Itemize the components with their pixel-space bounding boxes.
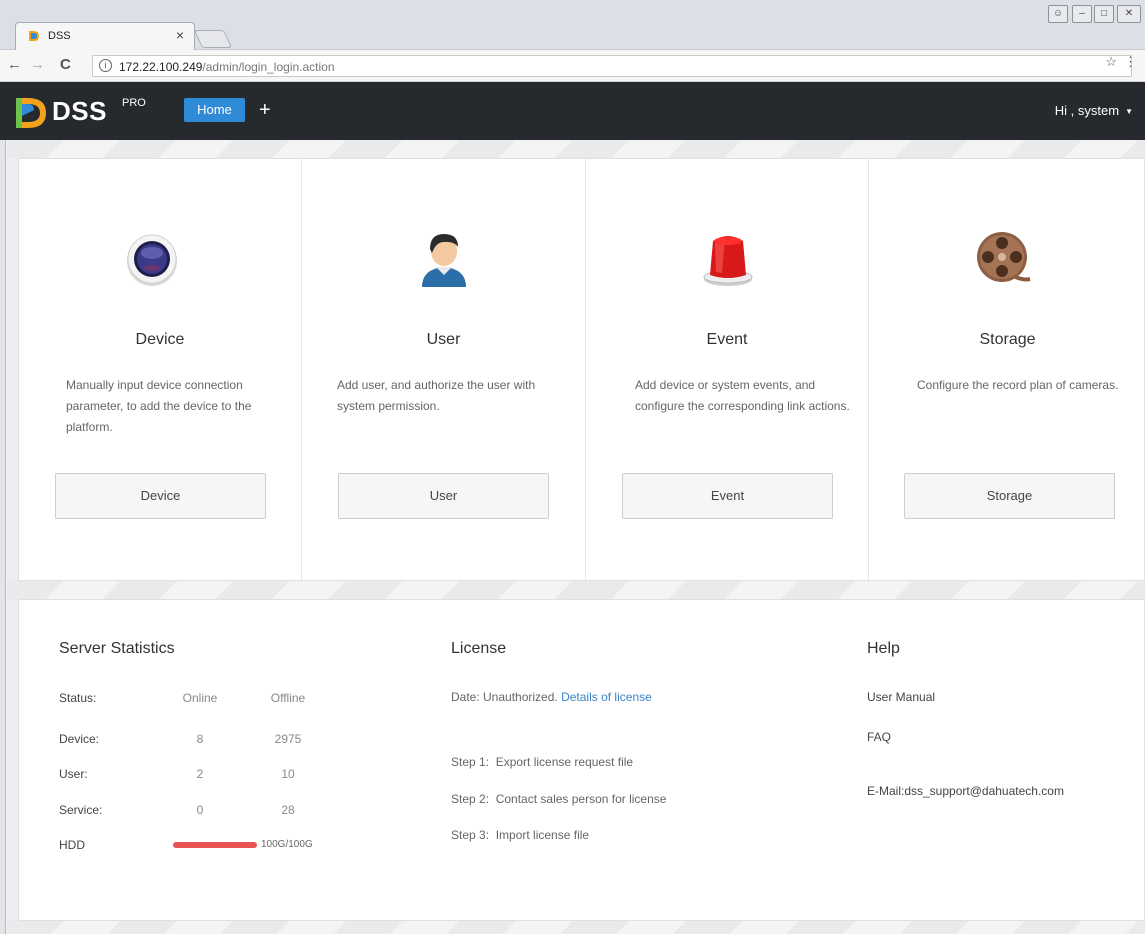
- film-reel-icon: [977, 232, 1031, 282]
- new-tab-button[interactable]: [193, 30, 233, 48]
- online-header: Online: [182, 691, 218, 705]
- card-storage: Storage Configure the record plan of cam…: [869, 159, 1145, 580]
- minimize-icon[interactable]: –: [1072, 5, 1092, 23]
- stat-online: 8: [196, 732, 204, 746]
- status-header: Status:: [59, 691, 97, 705]
- license-title: License: [451, 640, 507, 657]
- user-manual-link[interactable]: User Manual: [867, 690, 935, 704]
- user-greeting: Hi , system: [1054, 103, 1120, 118]
- user-button[interactable]: User: [338, 473, 549, 519]
- add-tab-button[interactable]: +: [259, 98, 271, 122]
- user-menu[interactable]: Hi , system ▼: [1055, 103, 1133, 118]
- device-button[interactable]: Device: [55, 473, 266, 519]
- alarm-light-icon: [703, 236, 753, 286]
- tab-home[interactable]: Home: [184, 98, 245, 122]
- help-title: Help: [867, 640, 900, 657]
- license-step: Step 2: Contact sales person for license: [451, 792, 666, 806]
- forward-icon[interactable]: →: [30, 56, 45, 73]
- browser-toolbar: ← → C i 172.22.100.249/admin/login_login…: [0, 50, 1145, 82]
- browser-tab-title: DSS: [48, 30, 71, 42]
- license-date: Date: Unauthorized. Details of license: [451, 690, 652, 704]
- chevron-down-icon: ▼: [1125, 107, 1133, 117]
- app-logo-text: DSS: [52, 96, 107, 126]
- url-text: 172.22.100.249/admin/login_login.action: [119, 60, 335, 74]
- card-description: Add user, and authorize the user with sy…: [337, 378, 536, 413]
- step-text: Export license request file: [495, 755, 634, 769]
- stat-online: 0: [196, 803, 204, 817]
- stat-label: User:: [59, 767, 88, 781]
- card-title: Storage: [979, 331, 1036, 348]
- device-icon: [127, 234, 177, 286]
- card-device: Device Manually input device connection …: [19, 159, 302, 580]
- stat-online: 2: [196, 767, 204, 781]
- license-step: Step 1: Export license request file: [451, 755, 633, 769]
- app-header: [0, 82, 1145, 140]
- maximize-icon[interactable]: □: [1094, 5, 1114, 23]
- app-logo-edition: PRO: [122, 97, 146, 109]
- decorative-stripe: [7, 921, 1145, 934]
- reload-icon[interactable]: C: [60, 56, 71, 73]
- menu-icon[interactable]: ⋮: [1124, 54, 1143, 70]
- license-step: Step 3: Import license file: [451, 828, 589, 842]
- stat-offline: 10: [281, 767, 295, 781]
- license-date-text: Date: Unauthorized.: [451, 690, 558, 704]
- info-panel: Server Statistics Status: Online Offline…: [18, 599, 1145, 921]
- browser-tab[interactable]: DSS ×: [15, 22, 195, 50]
- dss-logo-icon: [16, 98, 46, 128]
- offline-header: Offline: [270, 691, 306, 705]
- decorative-stripe: [7, 140, 1145, 158]
- hdd-label: HDD: [59, 838, 85, 852]
- user-icon: [422, 234, 466, 287]
- bookmark-star-icon[interactable]: ☆: [1105, 54, 1123, 70]
- hdd-usage-text: 100G/100G: [261, 839, 313, 850]
- address-bar[interactable]: i 172.22.100.249/admin/login_login.actio…: [92, 55, 1132, 77]
- browser-titlebar: DSS × ☺ – □ ✕: [0, 0, 1145, 50]
- stat-label: Device:: [59, 732, 100, 746]
- card-title: Device: [135, 331, 185, 348]
- quick-start-cards: Device Manually input device connection …: [18, 158, 1145, 581]
- card-event: Event Add device or system events, and c…: [586, 159, 869, 580]
- support-email: E-Mail:dss_support@dahuatech.com: [867, 784, 1064, 798]
- server-statistics-title: Server Statistics: [59, 640, 175, 657]
- browser-left-border: [0, 140, 6, 934]
- license-details-link[interactable]: Details of license: [561, 690, 652, 704]
- card-title: User: [426, 331, 461, 348]
- dss-favicon-icon: [29, 31, 39, 41]
- card-description: Manually input device connection paramet…: [66, 378, 252, 434]
- stat-offline: 2975: [274, 732, 302, 746]
- close-window-icon[interactable]: ✕: [1117, 5, 1141, 23]
- stat-label: Service:: [59, 803, 103, 817]
- hdd-usage-bar: [173, 842, 257, 848]
- card-user: User Add user, and authorize the user wi…: [302, 159, 586, 580]
- step-label: Step 2:: [451, 792, 490, 806]
- card-title: Event: [706, 331, 748, 348]
- decorative-stripe: [7, 581, 1145, 599]
- close-tab-icon[interactable]: ×: [176, 27, 184, 43]
- event-button[interactable]: Event: [622, 473, 833, 519]
- step-text: Import license file: [495, 828, 590, 842]
- faq-link[interactable]: FAQ: [867, 730, 891, 744]
- step-text: Contact sales person for license: [495, 792, 667, 806]
- back-icon[interactable]: ←: [7, 56, 22, 73]
- card-description: Add device or system events, and configu…: [635, 378, 850, 413]
- step-label: Step 1:: [451, 755, 490, 769]
- stat-offline: 28: [281, 803, 295, 817]
- info-icon[interactable]: i: [99, 59, 112, 72]
- step-label: Step 3:: [451, 828, 490, 842]
- profile-icon[interactable]: ☺: [1048, 5, 1068, 23]
- card-description: Configure the record plan of cameras.: [917, 378, 1119, 392]
- storage-button[interactable]: Storage: [904, 473, 1115, 519]
